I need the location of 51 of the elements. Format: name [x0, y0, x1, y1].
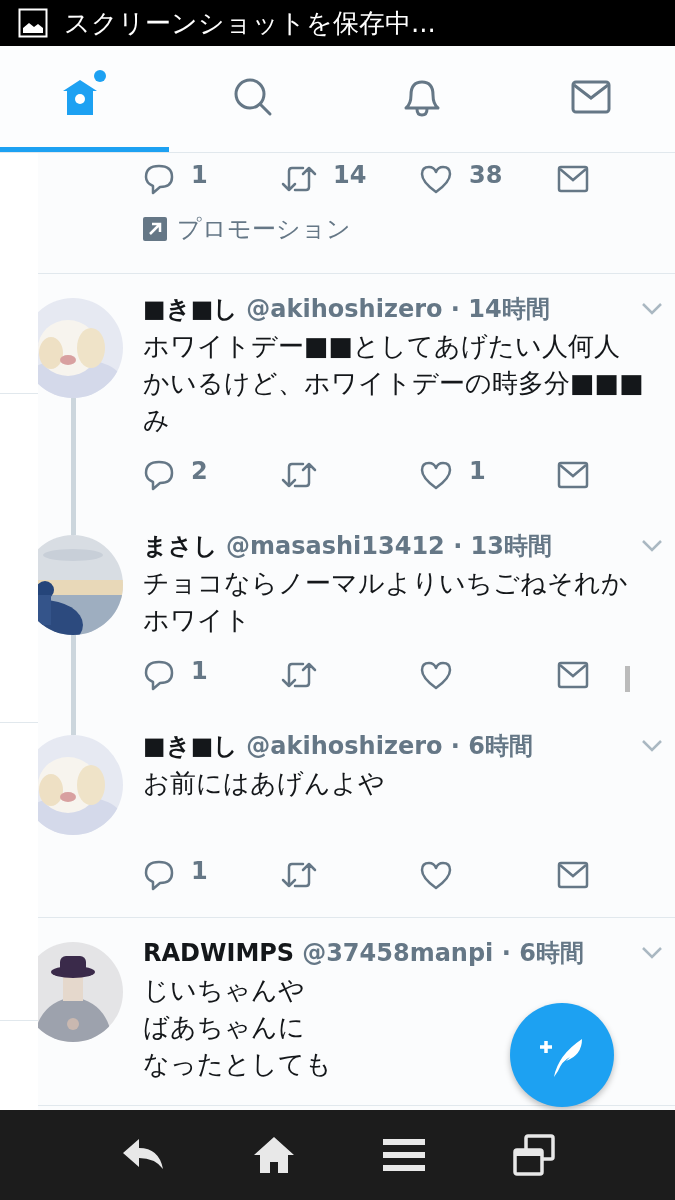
tweet-text-line: ばあちゃんに [143, 1011, 305, 1044]
action-count: 1 [191, 657, 208, 685]
home-icon[interactable] [252, 1135, 295, 1175]
image-icon [18, 8, 48, 38]
tweet-text-line: ホワイトデー■■としてあげたい人何人 [143, 330, 621, 363]
heart-icon[interactable] [419, 460, 453, 490]
action-count: 1 [191, 857, 208, 885]
user-name: まさし [143, 531, 218, 562]
heart-icon[interactable] [419, 164, 453, 194]
menu-icon[interactable] [382, 1137, 425, 1173]
retweet-icon[interactable] [281, 860, 317, 890]
mail-icon[interactable] [557, 861, 589, 889]
windows-icon[interactable] [512, 1134, 555, 1176]
tweet-text-line: かいるけど、ホワイトデーの時多分■■■ [143, 367, 644, 400]
tweet-text-line: お前にはあげんよや [143, 767, 385, 800]
tweet-text-line: なったとしても [143, 1048, 332, 1081]
heart-icon[interactable] [419, 660, 453, 690]
handle-time: @37458manpi · 6時間 [302, 938, 585, 969]
handle-time: @akihoshizero · 14時間 [246, 294, 551, 325]
action-count: 1 [191, 161, 208, 189]
status-text: スクリーンショットを保存中... [64, 6, 436, 40]
handle-time: @masashi13412 · 13時間 [226, 531, 553, 562]
heart-icon[interactable] [419, 860, 453, 890]
retweet-icon[interactable] [281, 460, 317, 490]
reply-icon[interactable] [143, 459, 175, 491]
tweet-text-line: み [143, 404, 170, 437]
action-count: 2 [191, 457, 208, 485]
tweet-text-line: じいちゃんや [143, 974, 305, 1007]
reply-icon[interactable] [143, 163, 175, 195]
retweet-icon[interactable] [281, 164, 317, 194]
mail-icon[interactable] [557, 165, 589, 193]
action-count: 1 [469, 457, 486, 485]
compose-button[interactable] [510, 1003, 614, 1107]
mail-icon[interactable] [557, 661, 589, 689]
promoted-icon [143, 217, 167, 241]
scroll-indicator [625, 666, 630, 692]
tweet-text-line: チョコならノーマルよりいちごねそれか [143, 567, 628, 600]
tweet-text-line: ホワイト [143, 604, 251, 637]
action-count: 14 [333, 161, 367, 189]
retweet-icon[interactable] [281, 660, 317, 690]
action-count: 38 [469, 161, 503, 189]
handle-time: @akihoshizero · 6時間 [246, 731, 534, 762]
user-name: ■き■し [143, 731, 239, 762]
search-icon [233, 76, 274, 117]
mail-icon[interactable] [557, 461, 589, 489]
user-name: RADWIMPS [143, 939, 295, 967]
promoted-label: プロモーション [177, 214, 351, 245]
mail-icon [570, 79, 611, 114]
user-name: ■き■し [143, 294, 239, 325]
reply-icon[interactable] [143, 859, 175, 891]
reply-icon[interactable] [143, 659, 175, 691]
